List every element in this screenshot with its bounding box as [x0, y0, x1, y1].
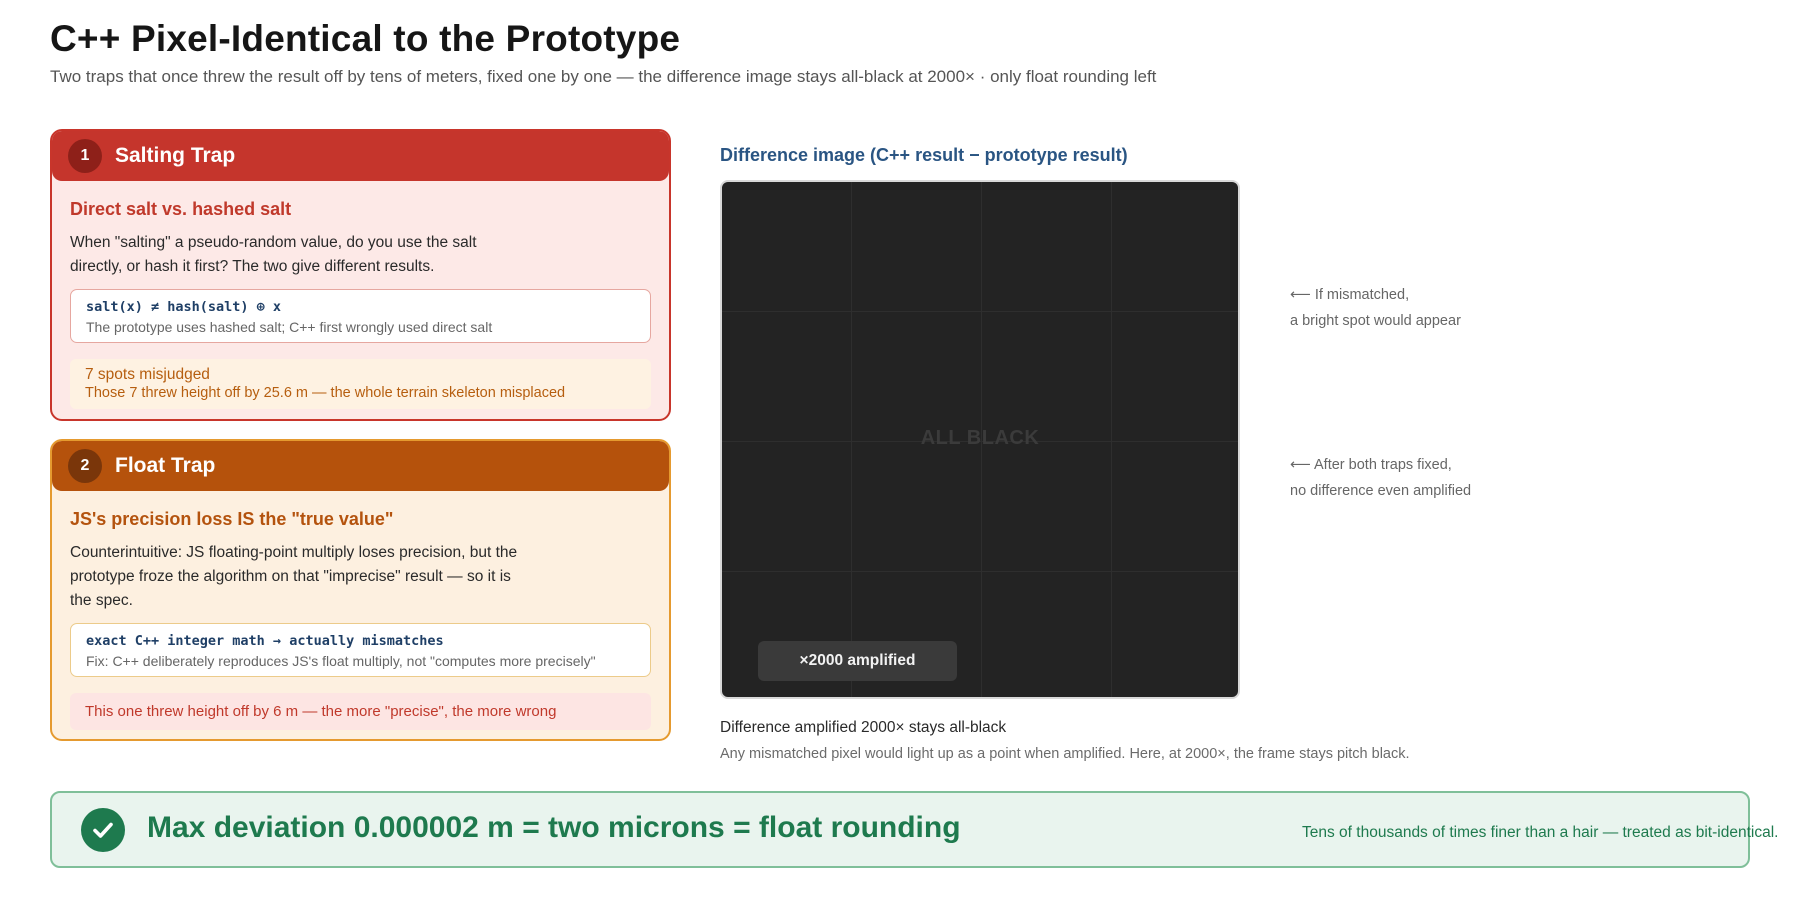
- float-trap-card: 2 Float Trap JS's precision loss IS the …: [50, 439, 671, 741]
- diff-caption-detail: Any mismatched pixel would light up as a…: [720, 746, 1410, 762]
- step-number-badge: 1: [68, 139, 102, 173]
- diff-caption: Difference amplified 2000× stays all-bla…: [720, 719, 1007, 736]
- annotation-line: a bright spot would appear: [1290, 313, 1461, 329]
- code-formula: exact C++ integer math → actually mismat…: [86, 633, 444, 649]
- result-banner: Max deviation 0.000002 m = two microns =…: [50, 791, 1778, 868]
- check-icon: [81, 808, 125, 852]
- difference-image: ALL BLACK ×2000 amplified: [720, 180, 1240, 699]
- annotation-line: no difference even amplified: [1290, 483, 1472, 499]
- code-note: The prototype uses hashed salt; C++ firs…: [86, 319, 493, 335]
- salting-trap-card: 1 Salting Trap Direct salt vs. hashed sa…: [50, 129, 671, 421]
- trap-heading: JS's precision loss IS the "true value": [70, 509, 394, 529]
- page-title: C++ Pixel-Identical to the Prototype: [50, 18, 681, 59]
- card-header: 1 Salting Trap: [52, 131, 669, 181]
- amplification-badge: ×2000 amplified: [758, 641, 957, 681]
- trap-description: When "salting" a pseudo-random value, do…: [70, 234, 477, 275]
- fixed-annotation: ⟵ After both traps fixed, no difference …: [1290, 452, 1471, 504]
- card-title: Salting Trap: [115, 144, 236, 167]
- all-black-label: ALL BLACK: [920, 427, 1040, 449]
- warning-box: This one threw height off by 6 m — the m…: [70, 693, 651, 730]
- warning-detail: This one threw height off by 6 m — the m…: [85, 703, 557, 720]
- trap-heading: Direct salt vs. hashed salt: [70, 199, 292, 219]
- warning-box: 7 spots misjudged Those 7 threw height o…: [70, 359, 651, 409]
- warning-title: 7 spots misjudged: [85, 366, 210, 383]
- code-note: Fix: C++ deliberately reproduces JS's fl…: [86, 653, 596, 669]
- step-number-badge: 2: [68, 449, 102, 483]
- grid-line: [722, 311, 1238, 312]
- trap-description: Counterintuitive: JS floating-point mult…: [70, 544, 518, 609]
- banner-headline: Max deviation 0.000002 m = two microns =…: [147, 811, 961, 844]
- diff-image-title: Difference image (C++ result − prototype…: [720, 145, 1128, 165]
- mismatch-annotation: ⟵ If mismatched, a bright spot would app…: [1290, 282, 1461, 334]
- code-box: exact C++ integer math → actually mismat…: [70, 623, 651, 677]
- card-title: Float Trap: [115, 454, 216, 477]
- banner-note: Tens of thousands of times finer than a …: [1302, 824, 1779, 841]
- code-box: salt(x) ≠ hash(salt) ⊕ x The prototype u…: [70, 289, 651, 343]
- warning-detail: Those 7 threw height off by 25.6 m — the…: [85, 385, 566, 401]
- annotation-line: ⟵ If mismatched,: [1290, 287, 1410, 303]
- page-subtitle: Two traps that once threw the result off…: [50, 67, 1157, 86]
- code-formula: salt(x) ≠ hash(salt) ⊕ x: [86, 299, 282, 315]
- card-header: 2 Float Trap: [52, 441, 669, 491]
- annotation-line: ⟵ After both traps fixed,: [1290, 457, 1452, 473]
- grid-line: [722, 571, 1238, 572]
